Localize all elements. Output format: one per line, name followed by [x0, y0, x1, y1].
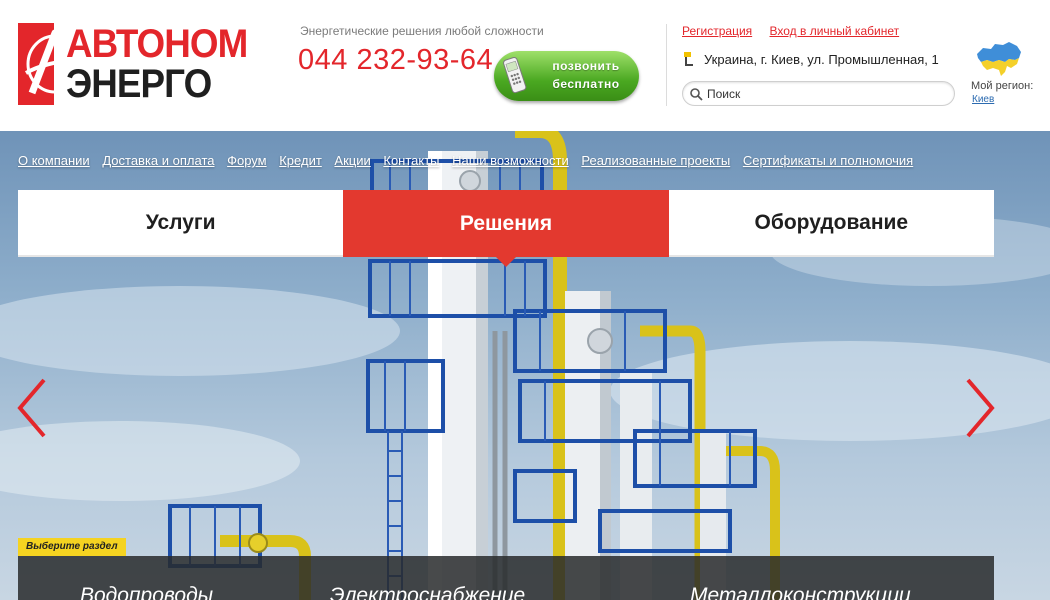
- account-links: Регистрация Вход в личный кабинет: [682, 24, 913, 38]
- tagline: Энергетические решения любой сложности: [300, 24, 544, 38]
- main-nav: О компании Доставка и оплата Форум Креди…: [18, 153, 922, 168]
- section-item-power[interactable]: Электроснабжение: [330, 584, 525, 600]
- login-link[interactable]: Вход в личный кабинет: [770, 24, 900, 38]
- nav-item-projects[interactable]: Реализованные проекты: [581, 153, 730, 168]
- section-badge: Выберите раздел: [18, 538, 126, 556]
- register-link[interactable]: Регистрация: [682, 24, 752, 38]
- search-input[interactable]: [707, 86, 947, 101]
- site-header: АВТОНОМ ЭНЕРГО Энергетические решения лю…: [0, 0, 1050, 131]
- site-logo[interactable]: АВТОНОМ ЭНЕРГО: [18, 22, 263, 106]
- logo-line-2: ЭНЕРГО: [65, 62, 212, 106]
- category-tabs: Услуги Решения Оборудование: [18, 190, 994, 267]
- nav-item-delivery[interactable]: Доставка и оплата: [102, 153, 214, 168]
- ukraine-map-icon[interactable]: [975, 40, 1023, 78]
- call-button-line-1: позвонить: [552, 59, 620, 73]
- nav-item-forum[interactable]: Форум: [227, 153, 267, 168]
- mobile-phone-icon: [503, 56, 527, 94]
- nav-item-promotions[interactable]: Акции: [334, 153, 370, 168]
- nav-item-about[interactable]: О компании: [18, 153, 90, 168]
- section-item-water[interactable]: Водопроводы: [80, 584, 213, 600]
- nav-item-capabilities[interactable]: Наши возможности: [452, 153, 569, 168]
- logo-mark-icon: [18, 23, 87, 105]
- map-pin-icon: [684, 52, 693, 66]
- logo-line-1: АВТОНОМ: [65, 22, 248, 66]
- nav-item-credit[interactable]: Кредит: [279, 153, 322, 168]
- search-icon[interactable]: [689, 87, 703, 101]
- hero-slider: О компании Доставка и оплата Форум Креди…: [0, 131, 1050, 600]
- region-label: Мой регион:: [971, 80, 1034, 92]
- address-text: Украина, г. Киев, ул. Промышленная, 1: [704, 51, 939, 67]
- chevron-left-icon[interactable]: [14, 376, 50, 440]
- tab-services[interactable]: Услуги: [18, 190, 344, 257]
- address: Украина, г. Киев, ул. Промышленная, 1: [682, 51, 939, 67]
- nav-item-certificates[interactable]: Сертификаты и полномочия: [743, 153, 913, 168]
- section-item-metal[interactable]: Металлоконструкции: [690, 584, 911, 600]
- search-box: [682, 81, 955, 106]
- tab-solutions[interactable]: Решения: [343, 190, 669, 267]
- phone-number[interactable]: 044 232-93-64: [298, 44, 493, 77]
- chevron-right-icon[interactable]: [962, 376, 998, 440]
- logo-text: АВТОНОМ ЭНЕРГО: [66, 24, 263, 104]
- call-button-label: позвонить бесплатно: [538, 57, 634, 93]
- header-divider: [666, 24, 667, 106]
- call-button-line-2: бесплатно: [552, 77, 620, 91]
- nav-item-contacts[interactable]: Контакты: [383, 153, 439, 168]
- call-free-button[interactable]: позвонить бесплатно: [494, 51, 639, 101]
- tab-equipment[interactable]: Оборудование: [668, 190, 994, 257]
- region-city-link[interactable]: Киев: [972, 94, 994, 105]
